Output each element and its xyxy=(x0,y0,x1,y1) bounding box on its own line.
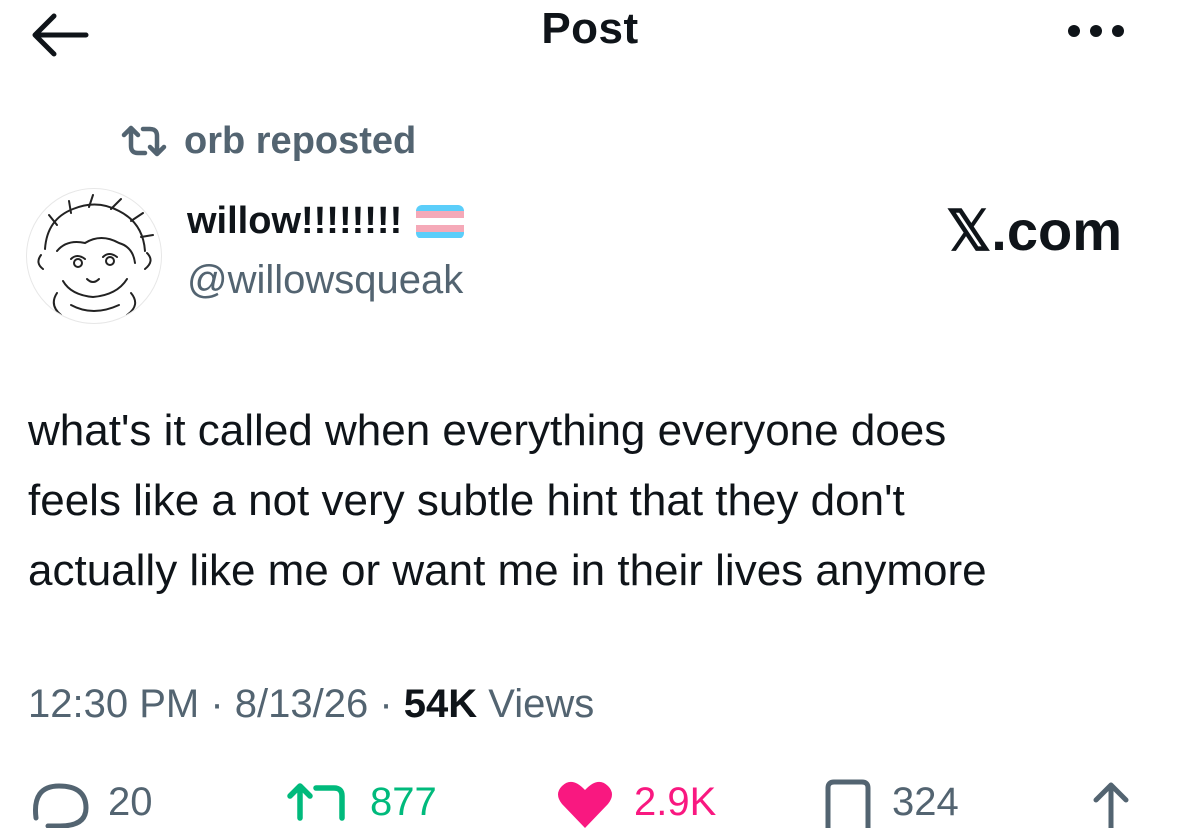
heart-icon xyxy=(558,781,612,828)
repost-context[interactable]: orb reposted xyxy=(118,116,416,166)
share-icon xyxy=(1093,782,1129,828)
share-button[interactable] xyxy=(1086,778,1136,828)
like-button[interactable]: 2.9K xyxy=(554,778,716,828)
author-display-name[interactable]: willow!!!!!!!! xyxy=(187,200,465,243)
like-count: 2.9K xyxy=(634,780,717,824)
repost-icon xyxy=(121,125,167,157)
reply-count: 20 xyxy=(108,780,153,824)
repost-button[interactable]: 877 xyxy=(286,778,437,828)
more-options-button[interactable] xyxy=(1062,14,1132,48)
author-handle[interactable]: @willowsqueak xyxy=(187,258,463,303)
bookmark-icon xyxy=(825,779,871,828)
post-text-line: feels like a not very subtle hint that t… xyxy=(28,476,905,525)
bookmark-button[interactable]: 324 xyxy=(822,778,959,828)
bookmark-count: 324 xyxy=(892,780,959,824)
reply-button[interactable]: 20 xyxy=(28,778,153,828)
separator: · xyxy=(199,682,235,726)
avatar[interactable] xyxy=(26,188,162,324)
page-title: Post xyxy=(541,4,639,53)
post-text-line: what's it called when everything everyon… xyxy=(28,406,947,455)
watermark: 𝕏.com xyxy=(946,199,1122,262)
separator: · xyxy=(368,682,404,726)
more-icon xyxy=(1068,25,1124,37)
post-date[interactable]: 8/13/26 xyxy=(235,682,368,726)
repost-label: orb reposted xyxy=(184,119,417,162)
views-label: Views xyxy=(477,682,595,726)
trans-flag-icon xyxy=(416,204,465,239)
avatar-sketch xyxy=(37,194,154,316)
reply-icon xyxy=(32,783,89,828)
post-text-line: actually like me or want me in their liv… xyxy=(28,546,987,595)
post-text: what's it called when everything everyon… xyxy=(28,396,1158,606)
top-bar: Post xyxy=(0,0,1180,80)
repost-icon xyxy=(287,783,345,821)
post-time[interactable]: 12:30 PM xyxy=(28,682,199,726)
post-meta: 12:30 PM · 8/13/26 · 54K Views xyxy=(28,682,594,727)
repost-count: 877 xyxy=(370,780,437,824)
views-count[interactable]: 54K xyxy=(404,682,477,726)
action-bar: 20 877 2.9K 324 xyxy=(0,778,1180,838)
display-name-text: willow!!!!!!!! xyxy=(187,200,403,242)
